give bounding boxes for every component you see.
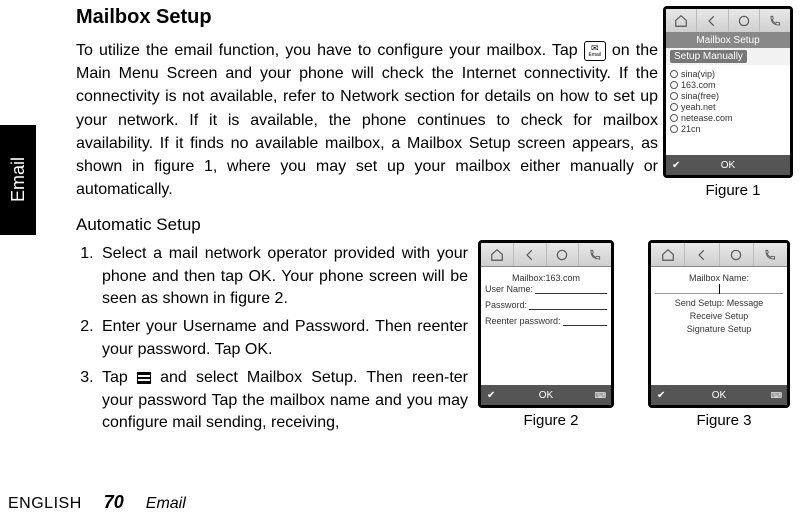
list-item-label: yeah.net <box>681 102 716 112</box>
home-icon[interactable] <box>481 243 514 266</box>
step-3: Tap and select Mailbox Setup. Then reen-… <box>98 367 468 434</box>
list-item-label: sina(free) <box>681 91 719 101</box>
ok-button[interactable]: OK <box>712 390 726 401</box>
home-icon[interactable] <box>651 243 685 266</box>
phone-topbar <box>651 243 787 267</box>
call-icon[interactable] <box>760 9 790 32</box>
signature-setup-item[interactable]: Signature Setup <box>655 324 783 334</box>
mailbox-name-input[interactable] <box>655 284 783 294</box>
side-tab: Email <box>0 125 36 235</box>
intro-paragraph: To utilize the email function, you have … <box>76 39 658 201</box>
back-icon[interactable] <box>685 243 719 266</box>
keyboard-icon[interactable]: ⌨ <box>770 391 781 400</box>
phone-bottombar: ✔ OK <box>666 155 790 175</box>
footer-language: ENGLISH <box>8 495 82 513</box>
globe-icon[interactable] <box>720 243 754 266</box>
keyboard-icon[interactable]: ⌨ <box>594 391 605 400</box>
figure-2-caption: Figure 2 <box>478 412 624 429</box>
subheading: Automatic Setup <box>76 215 666 235</box>
phone-titlebar: Mailbox Setup <box>666 33 790 48</box>
list-item[interactable]: 21cn <box>670 124 786 134</box>
password-label: Password: <box>485 300 527 310</box>
globe-icon[interactable] <box>729 9 760 32</box>
list-item-label: sina(vip) <box>681 69 715 79</box>
list-item[interactable]: netease.com <box>670 113 786 123</box>
ok-button[interactable]: OK <box>721 160 735 171</box>
reenter-label: Reenter password: <box>485 316 561 326</box>
home-icon[interactable] <box>666 9 697 32</box>
reenter-input[interactable] <box>563 316 607 326</box>
phone-topbar <box>666 9 790 33</box>
check-icon[interactable]: ✔ <box>672 160 680 171</box>
footer-section: Email <box>146 495 186 513</box>
phone-bottombar: ✔ OK ⌨ <box>651 385 787 405</box>
figure-2: Mailbox:163.com User Name: Password: Ree… <box>478 240 624 429</box>
figure-1-caption: Figure 1 <box>663 182 803 199</box>
email-icon-label: Email <box>589 53 602 58</box>
intro-part-2: on the Main Menu Screen and your phone w… <box>76 42 658 198</box>
email-app-icon: ✉ Email <box>584 41 606 61</box>
intro-part-1: To utilize the email function, you have … <box>76 42 584 59</box>
side-tab-label: Email <box>8 157 29 202</box>
call-icon[interactable] <box>754 243 787 266</box>
back-icon[interactable] <box>697 9 728 32</box>
phone-topbar <box>481 243 611 267</box>
step-2: Enter your Username and Password. Then r… <box>98 316 468 361</box>
page-footer: ENGLISH 70 Email <box>8 492 186 513</box>
list-item[interactable]: 163.com <box>670 80 786 90</box>
step-3-text: Tap and select Mailbox Setup. Then reen-… <box>102 367 468 434</box>
back-icon[interactable] <box>514 243 547 266</box>
setup-menu: Mailbox Name: Send Setup: Message Receiv… <box>651 267 787 385</box>
phone-screenshot-1: Mailbox Setup Setup Manually sina(vip) 1… <box>663 6 793 178</box>
step-1-text: Select a mail network operator provided … <box>102 243 468 310</box>
radio-icon <box>670 92 678 100</box>
username-label: User Name: <box>485 284 533 294</box>
send-setup-item[interactable]: Send Setup: Message <box>655 298 783 308</box>
menu-icon <box>137 372 151 384</box>
list-item[interactable]: sina(vip) <box>670 69 786 79</box>
radio-icon <box>670 81 678 89</box>
radio-icon <box>670 125 678 133</box>
provider-list: sina(vip) 163.com sina(free) yeah.net ne… <box>666 65 790 155</box>
ok-button[interactable]: OK <box>539 390 553 401</box>
footer-page-number: 70 <box>104 492 124 513</box>
figure-1: Mailbox Setup Setup Manually sina(vip) 1… <box>663 6 803 199</box>
steps-list: Select a mail network operator provided … <box>98 243 468 434</box>
list-item[interactable]: sina(free) <box>670 91 786 101</box>
setup-manually-button[interactable]: Setup Manually <box>670 50 747 63</box>
phone-bottombar: ✔ OK ⌨ <box>481 385 611 405</box>
login-form: Mailbox:163.com User Name: Password: Ree… <box>481 267 611 385</box>
text-cursor <box>719 284 720 294</box>
page-title: Mailbox Setup <box>76 6 666 29</box>
mailbox-label: Mailbox:163.com <box>485 273 607 283</box>
figure-3: Mailbox Name: Send Setup: Message Receiv… <box>648 240 800 429</box>
globe-icon[interactable] <box>547 243 580 266</box>
list-item-label: netease.com <box>681 113 733 123</box>
list-item-label: 163.com <box>681 80 716 90</box>
call-icon[interactable] <box>579 243 611 266</box>
radio-icon <box>670 103 678 111</box>
phone-screenshot-3: Mailbox Name: Send Setup: Message Receiv… <box>648 240 790 408</box>
phone-screenshot-2: Mailbox:163.com User Name: Password: Ree… <box>478 240 614 408</box>
receive-setup-item[interactable]: Receive Setup <box>655 311 783 321</box>
list-item[interactable]: yeah.net <box>670 102 786 112</box>
step-2-text: Enter your Username and Password. Then r… <box>102 316 468 361</box>
step-1: Select a mail network operator provided … <box>98 243 468 310</box>
check-icon[interactable]: ✔ <box>487 390 495 401</box>
check-icon[interactable]: ✔ <box>657 390 665 401</box>
radio-icon <box>670 114 678 122</box>
list-item-label: 21cn <box>681 124 701 134</box>
password-input[interactable] <box>529 300 607 310</box>
mailbox-name-label: Mailbox Name: <box>655 273 783 283</box>
username-input[interactable] <box>535 284 607 294</box>
figure-3-caption: Figure 3 <box>648 412 800 429</box>
radio-icon <box>670 70 678 78</box>
